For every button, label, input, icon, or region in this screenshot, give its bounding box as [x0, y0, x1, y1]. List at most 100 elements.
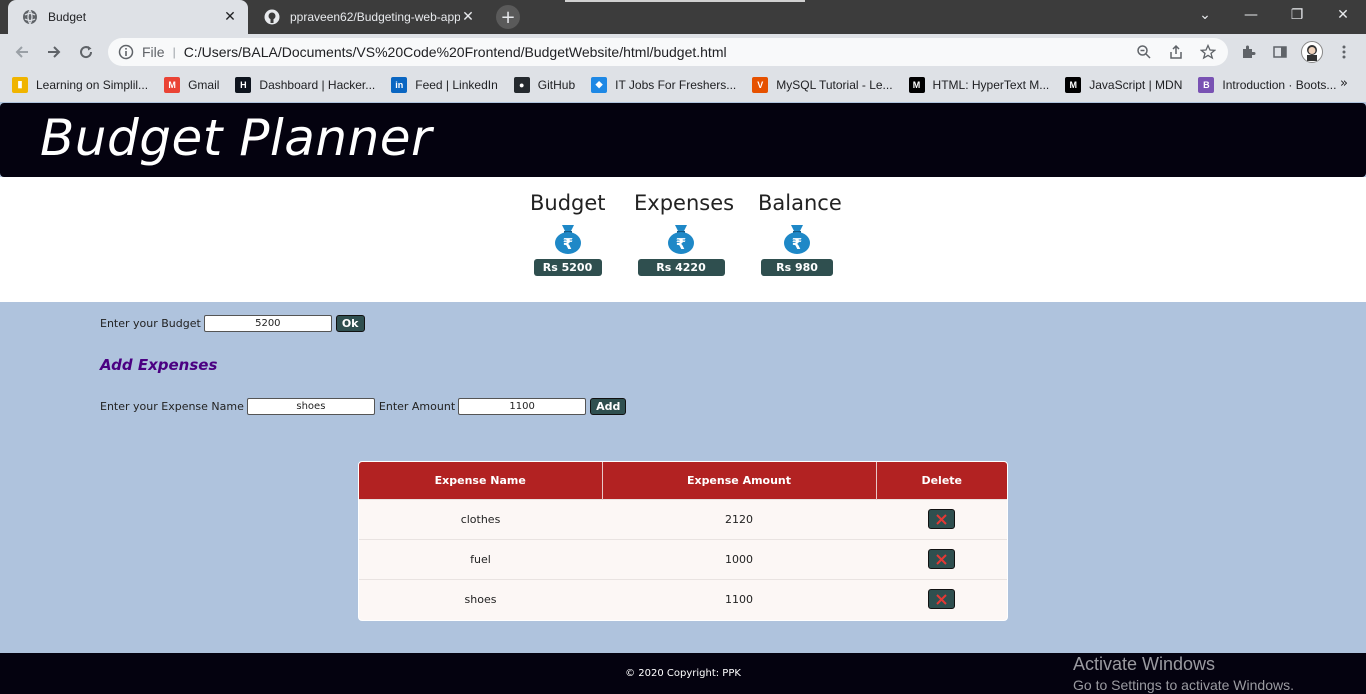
- bookmark-label: Introduction · Boots...: [1222, 77, 1337, 92]
- bookmark-label: JavaScript | MDN: [1089, 77, 1183, 92]
- budget-label: Budget: [530, 191, 606, 215]
- add-button[interactable]: Add: [590, 398, 627, 415]
- summary-section: Budget ₹ Rs 5200 Expenses ₹ Rs 4220 Bala…: [0, 177, 1366, 302]
- zoom-icon[interactable]: [1132, 40, 1156, 64]
- github-icon: ●: [513, 76, 530, 93]
- expense-amount-cell: 1100: [602, 578, 876, 619]
- bookmark-label: HTML: HyperText M...: [932, 77, 1050, 92]
- expense-amount-cell: 2120: [602, 498, 876, 539]
- address-bar[interactable]: File | C:/Users/BALA/Documents/VS%20Code…: [108, 38, 1228, 66]
- info-icon[interactable]: [118, 44, 134, 60]
- budget-input[interactable]: [203, 315, 332, 332]
- bookmark-label: Learning on Simplil...: [36, 77, 149, 92]
- copyright-text: © 2020 Copyright: PPK: [625, 668, 741, 679]
- expense-name-label: Enter your Expense Name: [100, 400, 244, 413]
- expense-name-input[interactable]: [246, 398, 375, 415]
- column-header-delete: Delete: [876, 462, 1007, 499]
- delete-x-icon: [936, 553, 947, 565]
- bookmark-item[interactable]: ▮ Learning on Simplil...: [12, 76, 149, 93]
- bookmarks-overflow-button[interactable]: »: [1340, 76, 1348, 91]
- bookmark-item[interactable]: M JavaScript | MDN: [1065, 76, 1183, 93]
- back-icon[interactable]: [10, 40, 34, 64]
- bookmark-item[interactable]: M Gmail: [164, 76, 219, 93]
- extensions-icon[interactable]: [1236, 40, 1260, 64]
- bookmarks-bar: ▮ Learning on Simplil... M Gmail H Dashboard …: [0, 70, 1366, 99]
- expense-table: Expense Name Expense Amount Delete cloth…: [358, 461, 1008, 621]
- bookmark-item[interactable]: V MySQL Tutorial - Le...: [752, 76, 893, 93]
- expense-form: Enter your Expense Name Enter Amount Add: [100, 398, 627, 415]
- gmail-icon: M: [164, 76, 181, 93]
- tab-strip: Budget ✕ ppraveen62/Budgeting-web-app ✕ …: [0, 0, 1366, 34]
- bookmark-label: MySQL Tutorial - Le...: [776, 77, 893, 92]
- bookmark-star-icon[interactable]: [1196, 40, 1220, 64]
- window-close-icon[interactable]: ✕: [1320, 0, 1366, 30]
- new-tab-button[interactable]: +: [496, 5, 520, 29]
- app-header: Budget Planner: [0, 103, 1366, 177]
- close-icon[interactable]: ✕: [222, 9, 238, 25]
- url-scheme: File: [142, 44, 165, 60]
- browser-toolbar: File | C:/Users/BALA/Documents/VS%20Code…: [0, 34, 1366, 70]
- balance-amount: Rs 980: [761, 259, 833, 276]
- expense-amount-input[interactable]: [458, 398, 587, 415]
- expense-name-cell: shoes: [359, 578, 602, 619]
- tab-search-icon[interactable]: ⌄: [1182, 0, 1228, 30]
- app-title: Budget Planner: [40, 109, 433, 167]
- bookmark-item[interactable]: ● GitHub: [513, 76, 576, 93]
- bookmark-item[interactable]: ◆ IT Jobs For Freshers...: [591, 76, 736, 93]
- bookmark-item[interactable]: in Feed | LinkedIn: [391, 76, 498, 93]
- mysql-icon: V: [752, 76, 769, 93]
- budget-input-label: Enter your Budget: [100, 317, 201, 330]
- budget-card: Budget ₹ Rs 5200: [530, 191, 606, 276]
- watermark-subtitle: Go to Settings to activate Windows.: [1073, 677, 1294, 693]
- svg-text:₹: ₹: [676, 235, 686, 253]
- bookmark-item[interactable]: B Introduction · Boots...: [1198, 76, 1337, 93]
- url-separator: |: [172, 45, 176, 59]
- globe-icon: [22, 9, 38, 25]
- expense-name-cell: fuel: [359, 538, 602, 579]
- side-panel-icon[interactable]: [1268, 40, 1292, 64]
- delete-cell: [876, 538, 1007, 579]
- budget-form: Enter your Budget Ok: [100, 315, 365, 332]
- delete-x-icon: [936, 594, 947, 605]
- restore-icon[interactable]: ❐: [1274, 0, 1320, 30]
- profile-avatar[interactable]: [1300, 40, 1324, 64]
- delete-x-icon: [936, 513, 947, 525]
- tab-github[interactable]: ppraveen62/Budgeting-web-app ✕: [250, 0, 486, 34]
- expenses-amount: Rs 4220: [637, 259, 725, 276]
- svg-text:₹: ₹: [562, 235, 572, 253]
- balance-label: Balance: [758, 191, 842, 215]
- tab-title: Budget: [48, 10, 87, 24]
- balance-card: Balance ₹ Rs 980: [758, 191, 842, 276]
- bookmark-item[interactable]: M HTML: HyperText M...: [908, 76, 1050, 93]
- add-expenses-title: Add Expenses: [100, 356, 218, 374]
- reload-icon[interactable]: [74, 40, 98, 64]
- expense-name-cell: clothes: [359, 498, 602, 539]
- close-icon[interactable]: ✕: [460, 9, 476, 25]
- ok-button[interactable]: Ok: [335, 315, 365, 332]
- tab-strip-highlight: [565, 0, 805, 2]
- minimize-icon[interactable]: —: [1228, 0, 1274, 30]
- activate-windows-watermark: Activate Windows Go to Settings to activ…: [1073, 654, 1294, 693]
- delete-cell: [876, 578, 1007, 619]
- bookmark-label: Dashboard | Hacker...: [259, 77, 376, 92]
- delete-button[interactable]: [928, 509, 955, 529]
- expense-amount-cell: 1000: [602, 538, 876, 579]
- forward-icon[interactable]: [42, 40, 66, 64]
- table-row: shoes 1100: [359, 578, 1007, 619]
- money-bag-icon: ₹: [780, 221, 814, 255]
- menu-icon[interactable]: [1332, 40, 1356, 64]
- delete-button[interactable]: [928, 589, 955, 610]
- column-header-expense-amount: Expense Amount: [602, 462, 877, 499]
- delete-button[interactable]: [928, 549, 955, 569]
- watermark-title: Activate Windows: [1073, 654, 1216, 674]
- share-icon[interactable]: [1164, 40, 1188, 64]
- table-row: fuel 1000: [359, 538, 1007, 579]
- expenses-card: Expenses ₹ Rs 4220: [634, 191, 734, 276]
- linkedin-icon: in: [391, 76, 408, 93]
- tab-budget[interactable]: Budget ✕: [8, 0, 248, 34]
- github-icon: [264, 9, 280, 25]
- url-text[interactable]: C:/Users/BALA/Documents/VS%20Code%20Fron…: [184, 44, 727, 60]
- delete-cell: [876, 498, 1007, 539]
- bookmark-item[interactable]: H Dashboard | Hacker...: [235, 76, 376, 93]
- bookmark-label: GitHub: [537, 77, 576, 92]
